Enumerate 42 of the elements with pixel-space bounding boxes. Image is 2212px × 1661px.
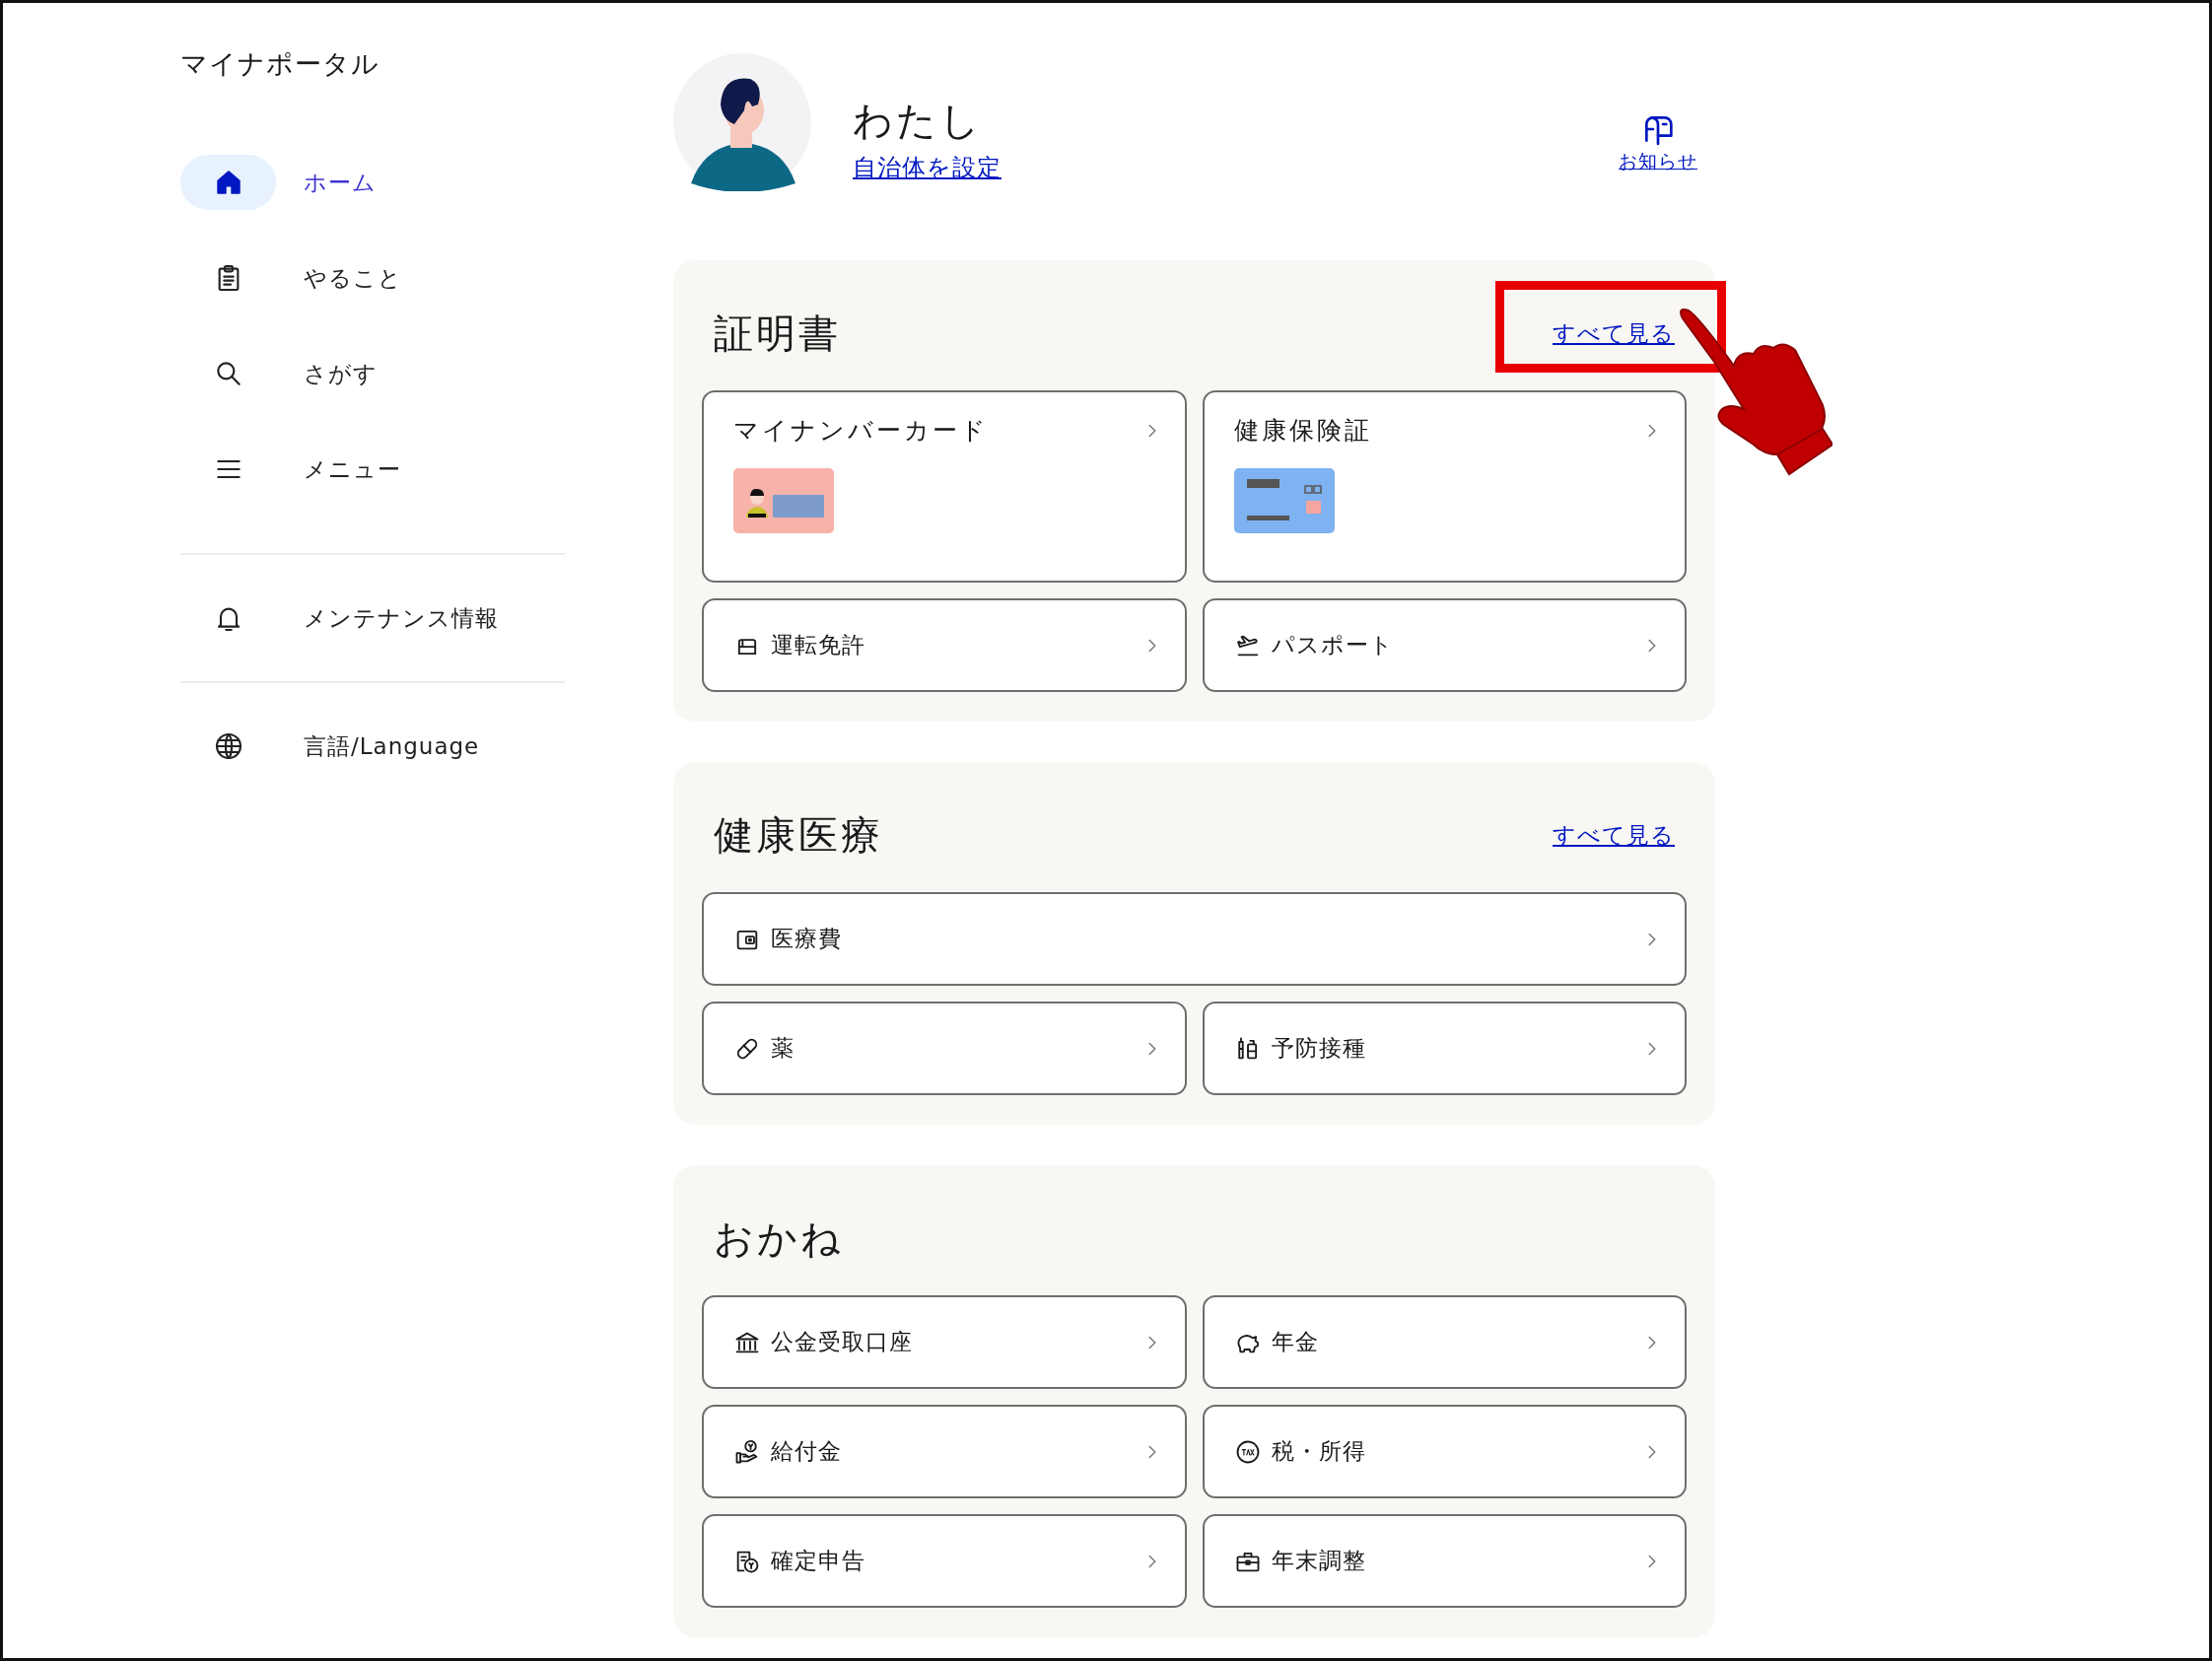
menu-tile[interactable]: 予防接種: [1202, 1002, 1687, 1095]
tile-label: 医療費: [771, 925, 842, 953]
tile-label: 確定申告: [771, 1547, 865, 1575]
nav-label[interactable]: ホーム: [304, 167, 377, 198]
tile-label: マイナンバーカード: [733, 415, 989, 447]
see-all-link[interactable]: すべて見る: [1553, 317, 1675, 349]
notice-link[interactable]: お知らせ: [1619, 109, 1697, 174]
municipality-link[interactable]: 自治体を設定: [853, 152, 1619, 183]
menu-tile[interactable]: 確定申告: [702, 1514, 1187, 1608]
tile-label: 予防接種: [1271, 1034, 1366, 1063]
menu-tile[interactable]: 税・所得: [1202, 1405, 1687, 1498]
tile-label: 年末調整: [1271, 1547, 1366, 1575]
app-title: マイナポータル: [180, 47, 380, 81]
nav-label[interactable]: メニュー: [304, 453, 401, 485]
tile-label: パスポート: [1271, 631, 1394, 659]
section-title: 健康医療: [714, 810, 883, 860]
tile-label: 給付金: [771, 1437, 842, 1466]
nav-item[interactable]: [180, 155, 276, 210]
menu-tile[interactable]: パスポート: [1202, 598, 1687, 692]
tile-label: 税・所得: [1271, 1437, 1366, 1466]
tile-label: 薬: [771, 1034, 795, 1063]
menu-tile[interactable]: 年末調整: [1202, 1514, 1687, 1608]
menu-tile[interactable]: 公金受取口座: [702, 1295, 1187, 1389]
menu-tile[interactable]: マイナンバーカード: [702, 390, 1187, 583]
menu-tile[interactable]: 薬: [702, 1002, 1187, 1095]
section-title: 証明書: [714, 309, 841, 358]
nav-label[interactable]: メンテナンス情報: [304, 602, 499, 634]
menu-tile[interactable]: 運転免許: [702, 598, 1187, 692]
menu-tile[interactable]: 給付金: [702, 1405, 1187, 1498]
tile-label: 年金: [1271, 1328, 1319, 1356]
section-title: おかね: [714, 1213, 844, 1263]
nav-label[interactable]: さがす: [304, 358, 378, 389]
menu-tile[interactable]: 医療費: [702, 892, 1687, 986]
menu-tile[interactable]: 年金: [1202, 1295, 1687, 1389]
tile-label: 健康保険証: [1233, 415, 1372, 447]
nav-label[interactable]: 言語/Language: [304, 730, 480, 762]
user-name: わたし: [853, 97, 984, 145]
menu-tile[interactable]: 健康保険証: [1202, 390, 1687, 583]
tile-label: 公金受取口座: [771, 1328, 913, 1356]
nav-label[interactable]: やること: [304, 262, 402, 294]
see-all-link[interactable]: すべて見る: [1553, 819, 1675, 851]
tile-label: 運転免許: [771, 631, 865, 659]
